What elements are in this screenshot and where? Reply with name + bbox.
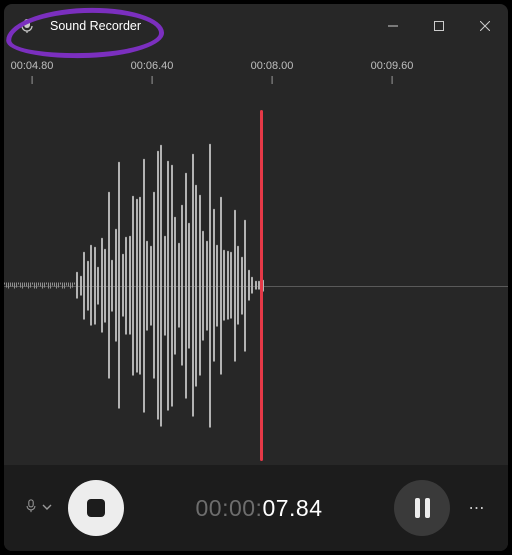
- pause-icon: [415, 498, 430, 518]
- maximize-button[interactable]: [416, 4, 462, 48]
- minimize-button[interactable]: [370, 4, 416, 48]
- timer-seconds: 07.84: [262, 495, 322, 521]
- ruler-tick: 00:08.00: [251, 60, 294, 84]
- app-title: Sound Recorder: [50, 19, 141, 33]
- recorder-app-icon: [18, 17, 36, 35]
- stop-icon: [87, 499, 105, 517]
- waveform-bars: [76, 143, 264, 428]
- mic-selector[interactable]: [18, 493, 58, 524]
- tick-label: 00:08.00: [251, 60, 294, 72]
- waveform-zone[interactable]: [4, 106, 508, 465]
- app-window: Sound Recorder 00:04.80 00:06.40: [4, 4, 508, 551]
- ellipsis-icon: ⋯: [469, 498, 486, 518]
- titlebar: Sound Recorder: [4, 4, 508, 48]
- time-ruler: 00:04.80 00:06.40 00:08.00 00:09.60: [4, 48, 508, 92]
- ruler-tick: 00:06.40: [131, 60, 174, 84]
- stop-button[interactable]: [68, 480, 124, 536]
- pause-button[interactable]: [394, 480, 450, 536]
- close-button[interactable]: [462, 4, 508, 48]
- chevron-down-icon: [42, 499, 52, 517]
- window-controls: [370, 4, 508, 48]
- ruler-tick: 00:04.80: [11, 60, 54, 84]
- more-button[interactable]: ⋯: [460, 498, 494, 518]
- control-bar: 00:00:07.84 ⋯: [4, 465, 508, 551]
- timeline-area: 00:04.80 00:06.40 00:08.00 00:09.60: [4, 48, 508, 465]
- ruler-tick: 00:09.60: [371, 60, 414, 84]
- tick-label: 00:06.40: [131, 60, 174, 72]
- tick-label: 00:09.60: [371, 60, 414, 72]
- mic-icon: [24, 499, 38, 518]
- playhead[interactable]: [260, 110, 263, 461]
- waveform-quiet-lead: [4, 282, 75, 289]
- elapsed-timer: 00:00:07.84: [134, 495, 384, 522]
- tick-label: 00:04.80: [11, 60, 54, 72]
- timer-dim: 00:00:: [195, 495, 262, 521]
